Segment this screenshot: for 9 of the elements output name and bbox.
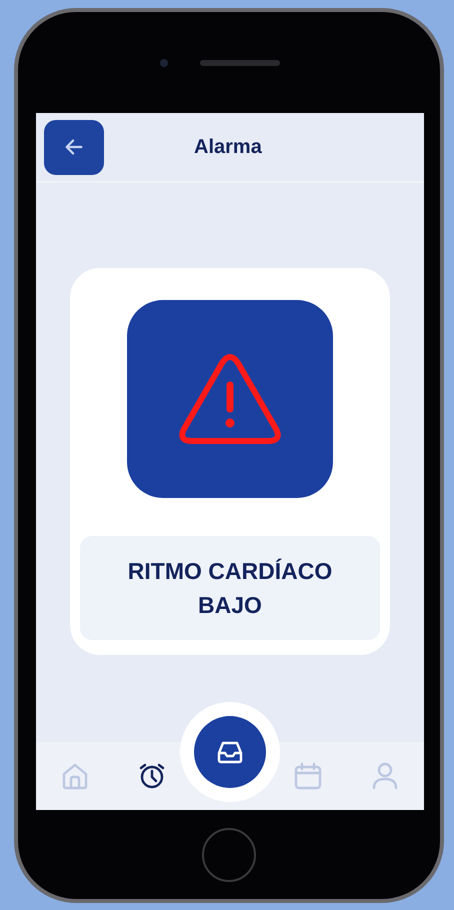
home-button[interactable] — [202, 828, 256, 882]
calendar-icon — [292, 761, 323, 791]
warning-icon — [178, 353, 282, 445]
alert-message: RITMO CARDÍACO BAJO — [80, 536, 380, 640]
inbox-icon — [216, 740, 244, 764]
screen-title: Alarma — [194, 136, 262, 158]
alarm-clock-icon — [138, 762, 166, 790]
camera-dot — [160, 58, 168, 66]
back-button[interactable] — [44, 120, 104, 174]
